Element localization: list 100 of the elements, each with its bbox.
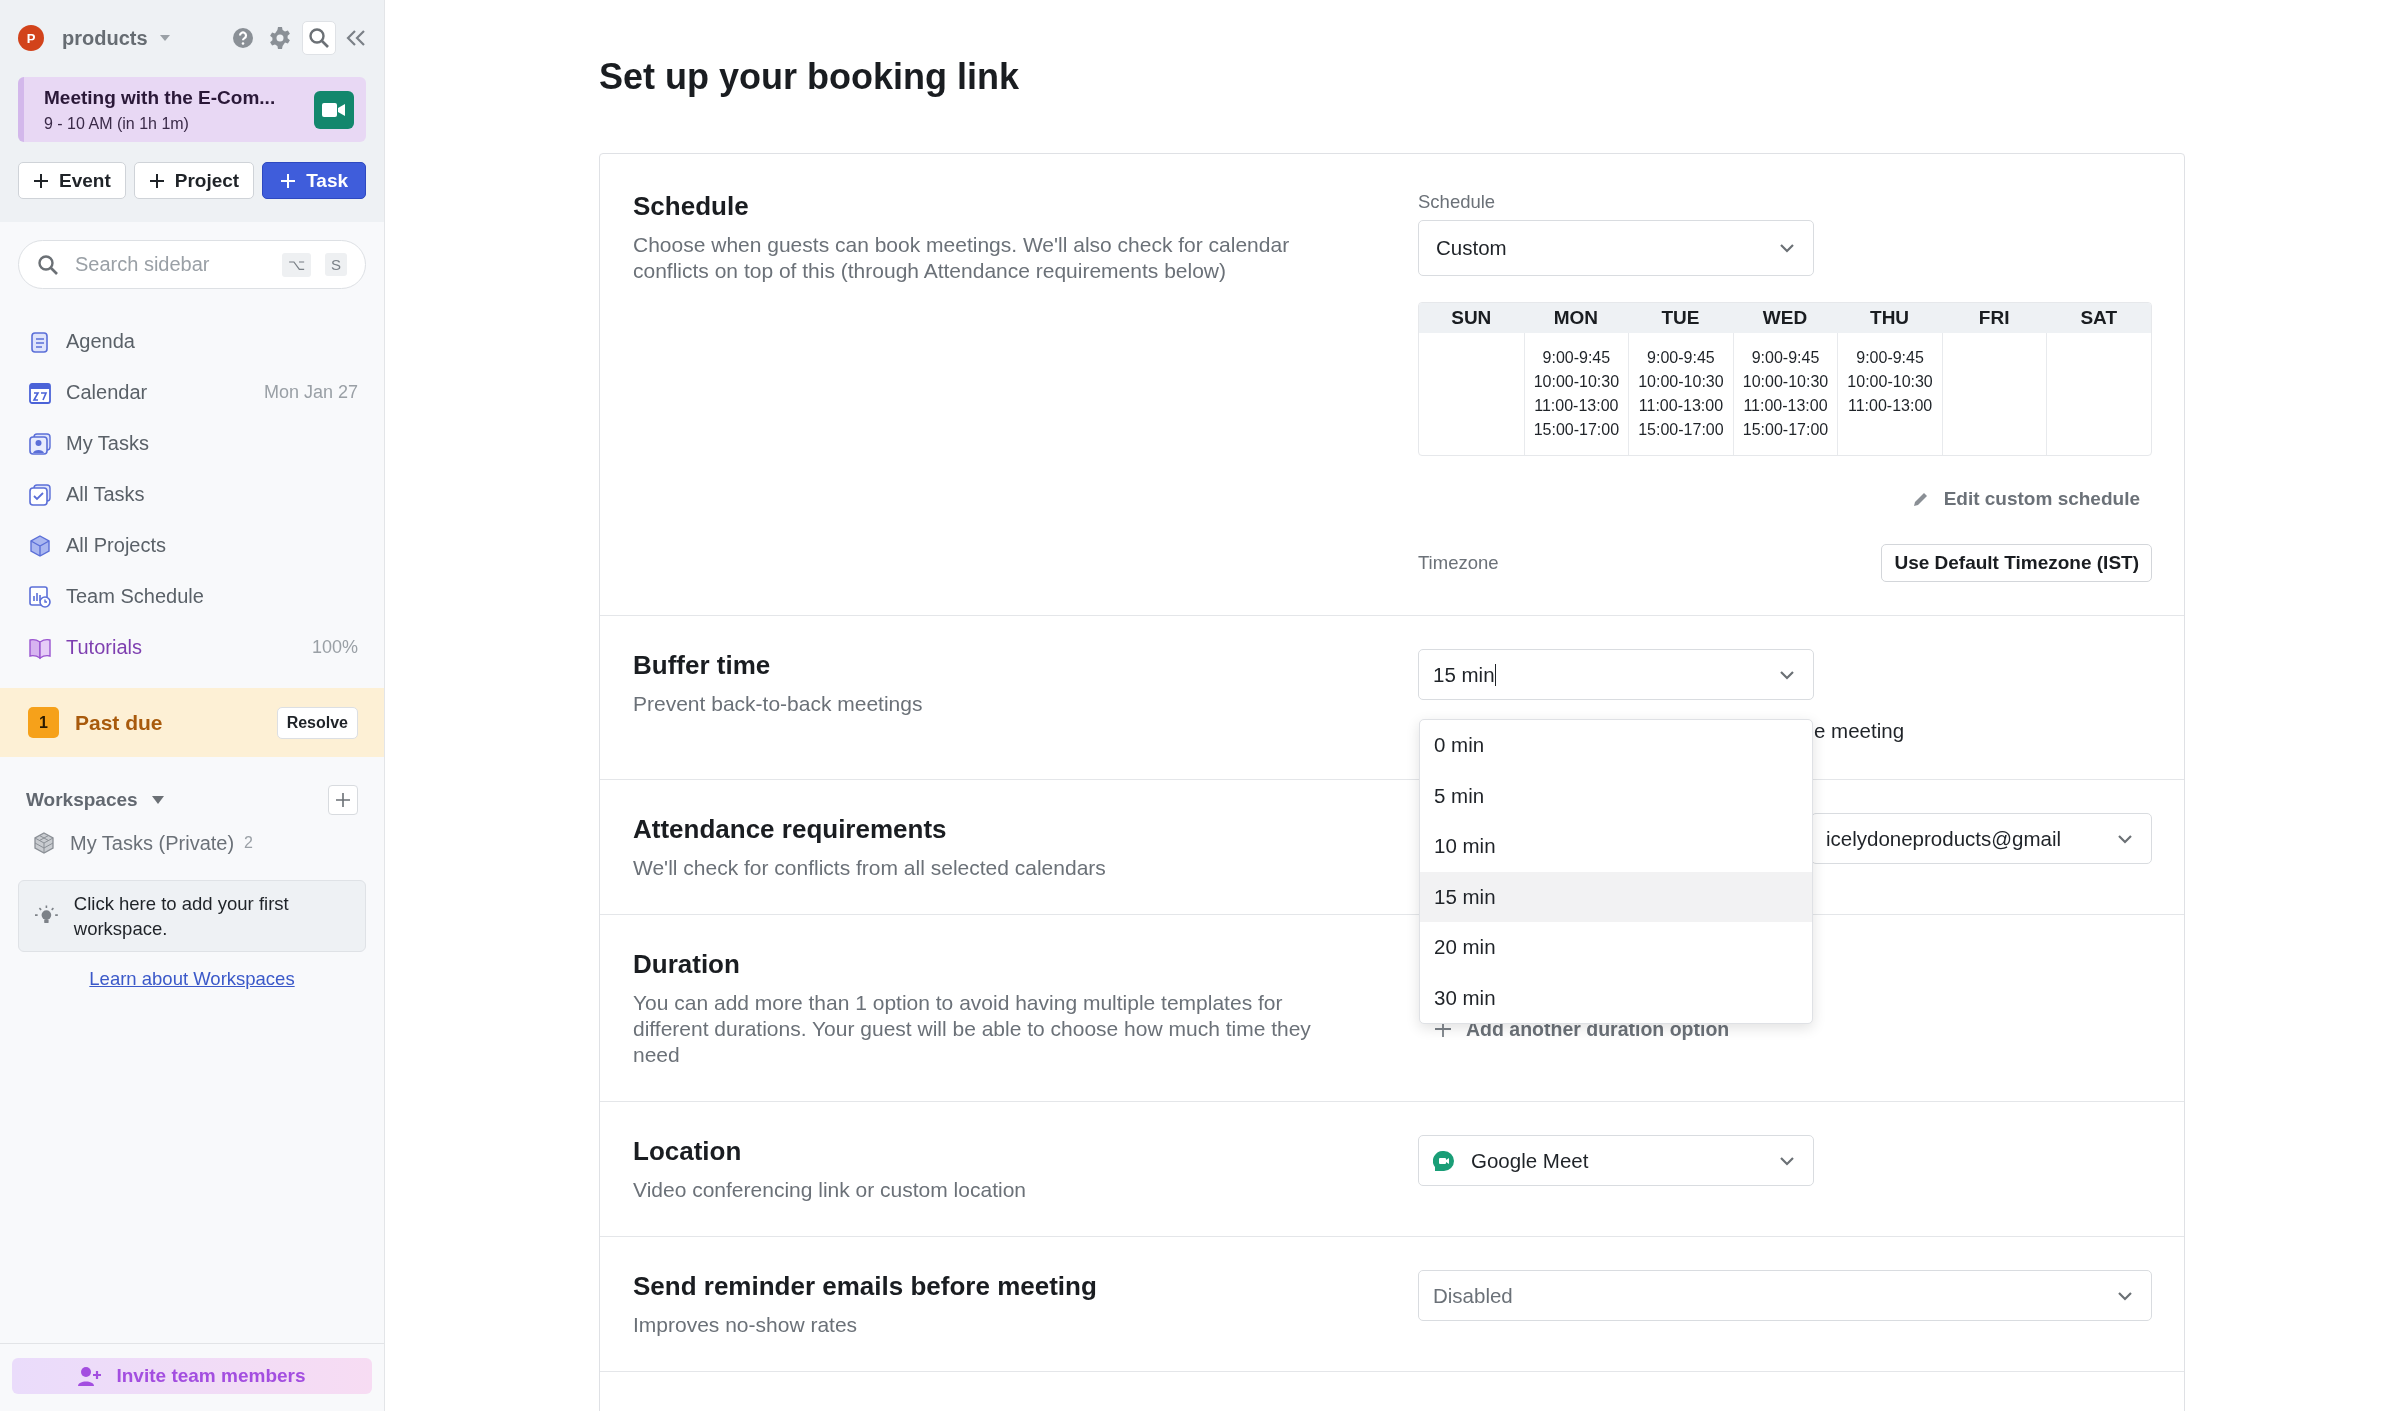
plus-icon (280, 172, 297, 189)
reminder-select[interactable]: Disabled (1418, 1270, 2152, 1321)
past-due-banner[interactable]: 1 Past due Resolve (0, 688, 384, 757)
cube-icon (28, 533, 52, 558)
meeting-card[interactable]: Meeting with the E-Com... 9 - 10 AM (in 1h 1m) (18, 77, 366, 142)
chart-clock-icon (28, 584, 52, 609)
video-call-button[interactable] (314, 90, 354, 129)
past-due-count: 1 (28, 707, 59, 738)
new-item-button[interactable]: Project (133, 162, 255, 199)
dropdown-option[interactable]: 10 min (1420, 821, 1812, 872)
workspace-switcher[interactable]: products (58, 26, 174, 50)
section-description: Choose when guests can book meetings. We'll also check for calendar conflicts on top of this (through Attendance requirements below) (633, 232, 1291, 284)
edit-schedule-link[interactable]: Edit custom schedule (1911, 484, 2140, 514)
plus-icon (148, 172, 165, 189)
meeting-title: Meeting with the E-Com... (44, 86, 277, 109)
video-camera-icon (322, 101, 346, 118)
video-chat-icon (1433, 1149, 1455, 1172)
nav-item[interactable]: Team Schedule (0, 571, 384, 622)
help-icon[interactable] (232, 27, 254, 49)
calendar-icon (28, 380, 52, 405)
collapse-icon[interactable] (346, 29, 366, 47)
nav-item[interactable]: Calendar Mon Jan 27 (0, 367, 384, 418)
settings-icon[interactable] (268, 26, 292, 50)
nav-item[interactable]: All Projects (0, 520, 384, 571)
dropdown-option[interactable]: 0 min (1420, 720, 1812, 771)
day-header: SAT (2046, 303, 2151, 333)
search-field[interactable]: Search sidebar ⌥ S (18, 240, 366, 289)
chevron-down-icon (1779, 1155, 1795, 1166)
person-card-icon (28, 431, 52, 456)
shortcut-key: S (325, 253, 347, 276)
caret-icon (151, 796, 164, 804)
nav-item[interactable]: Tutorials 100% (0, 622, 384, 673)
plus-icon (33, 172, 49, 189)
calendar-select[interactable]: icelydoneproducts@gmail (1811, 813, 2152, 864)
chevron-down-icon (2117, 833, 2133, 844)
time-slot: 15:00-17:00 (1638, 418, 1724, 442)
buffer-note: e meeting (1814, 719, 1905, 743)
dropdown-option[interactable]: 15 min (1420, 871, 1812, 922)
day-header: THU (1837, 303, 1942, 333)
nav-meta: 100% (311, 637, 358, 658)
day-header: SUN (1419, 303, 1524, 333)
schedule-select[interactable]: Custom (1418, 220, 1814, 276)
time-slot: 10:00-10:30 (1638, 370, 1724, 394)
search-button[interactable] (302, 21, 336, 55)
nav-item[interactable]: Agenda (0, 316, 384, 367)
workspace-item[interactable]: My Tasks (Private) (70, 831, 235, 855)
time-slot: 11:00-13:00 (1847, 394, 1933, 418)
location-select[interactable]: Google Meet (1418, 1135, 1814, 1186)
dropdown-option[interactable]: 20 min (1420, 922, 1812, 973)
shortcut-key: ⌥ (282, 252, 311, 277)
timezone-label: Timezone (1418, 552, 1499, 574)
section-description: Improves no-show rates (633, 1312, 859, 1338)
buffer-select[interactable]: 15 min (1418, 649, 1814, 700)
time-slot: 15:00-17:00 (1533, 418, 1620, 442)
nav-item[interactable]: All Tasks (0, 469, 384, 520)
default-timezone-button[interactable]: Use Default Timezone (IST) (1881, 544, 2152, 582)
section-description: Prevent back-to-back meetings (633, 691, 924, 717)
new-item-button[interactable]: Event (18, 162, 126, 199)
tip-text: Click here to add your first workspace. (73, 892, 290, 941)
search-icon (308, 27, 330, 49)
section-title: Schedule (633, 190, 750, 222)
nav-meta: Mon Jan 27 (263, 382, 358, 403)
nav-item[interactable]: My Tasks (0, 418, 384, 469)
section-description: Video conferencing link or custom location (633, 1177, 1027, 1203)
page-title: Set up your booking link (599, 55, 1020, 99)
checkbox-stack-icon (28, 482, 52, 507)
search-field[interactable]: Search sidebar (73, 252, 268, 277)
time-slot: 11:00-13:00 (1743, 394, 1828, 418)
time-slot: 9:00-9:45 (1751, 346, 1820, 370)
meeting-time: 9 - 10 AM (in 1h 1m) (44, 114, 190, 133)
workspaces-toggle[interactable]: Workspaces (26, 789, 164, 811)
learn-link[interactable]: Learn about Workspaces (89, 968, 295, 990)
chevron-down-icon (2117, 1290, 2133, 1301)
section-title: Duration (633, 948, 741, 980)
time-slot: 15:00-17:00 (1742, 418, 1829, 442)
plus-icon (335, 792, 351, 808)
time-slot: 9:00-9:45 (1647, 346, 1715, 370)
workspace-tip-card[interactable]: Click here to add your first workspace. (18, 880, 366, 952)
new-item-button[interactable]: Task (262, 162, 366, 199)
field-label: Schedule (1418, 190, 1497, 214)
day-header: FRI (1941, 303, 2047, 333)
add-workspace-button[interactable] (328, 785, 358, 815)
caret-icon (159, 35, 170, 41)
chevron-down-icon (1779, 243, 1795, 253)
section-description: We'll check for conflicts from all selected calendars (633, 855, 1107, 881)
time-slot: 11:00-13:00 (1638, 394, 1724, 418)
day-header: MON (1523, 303, 1629, 333)
dropdown-option[interactable]: 5 min (1420, 770, 1812, 821)
section-title: Attendance requirements (633, 813, 948, 845)
section-title: Buffer time (633, 649, 772, 681)
search-icon (37, 253, 59, 276)
section-description: You can add more than 1 option to avoid having multiple templates for different durations. Your guest will be able to choose how much time they need (633, 990, 1312, 1068)
resolve-button[interactable]: Resolve (276, 706, 358, 739)
workspace-avatar: P (18, 25, 44, 51)
past-due-label: Past due (75, 710, 163, 735)
cube-grid-icon (32, 831, 56, 855)
time-slot: 9:00-9:45 (1856, 346, 1924, 370)
time-slot: 9:00-9:45 (1542, 346, 1611, 370)
dropdown-option[interactable]: 30 min (1420, 972, 1812, 1023)
time-slot: 10:00-10:30 (1742, 370, 1829, 394)
